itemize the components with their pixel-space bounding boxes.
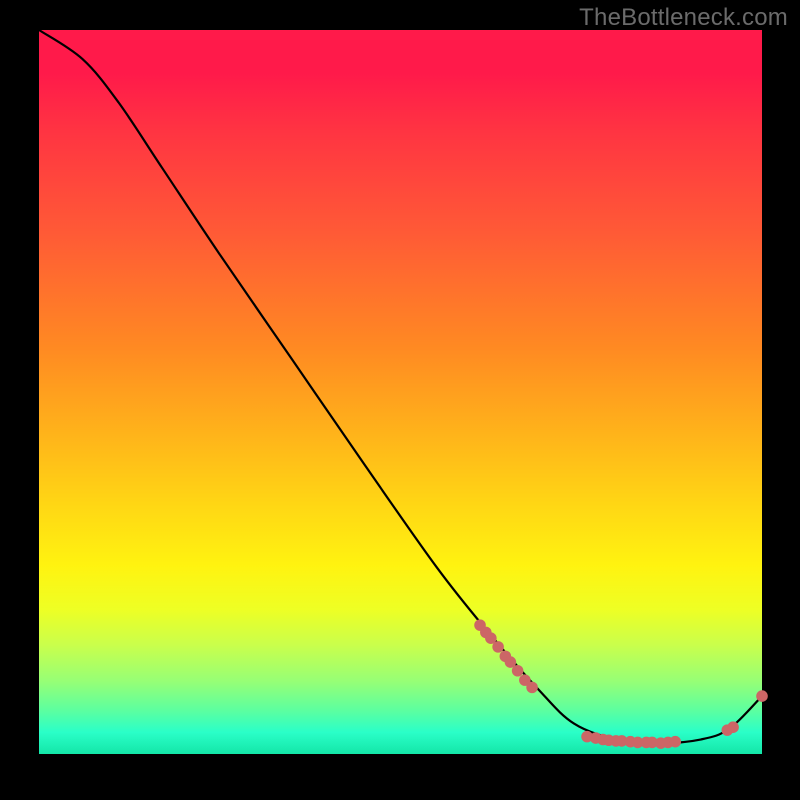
chart-svg (39, 30, 762, 754)
data-marker (669, 736, 681, 748)
data-marker (727, 721, 739, 733)
watermark-text: TheBottleneck.com (579, 4, 788, 32)
chart-root: TheBottleneck.com (0, 0, 800, 800)
data-marker (526, 682, 538, 694)
data-marker (756, 690, 768, 702)
curve-line (39, 30, 762, 743)
plot-area (39, 30, 762, 754)
data-marker (512, 665, 524, 677)
markers-group (474, 619, 768, 749)
data-marker (492, 641, 504, 653)
